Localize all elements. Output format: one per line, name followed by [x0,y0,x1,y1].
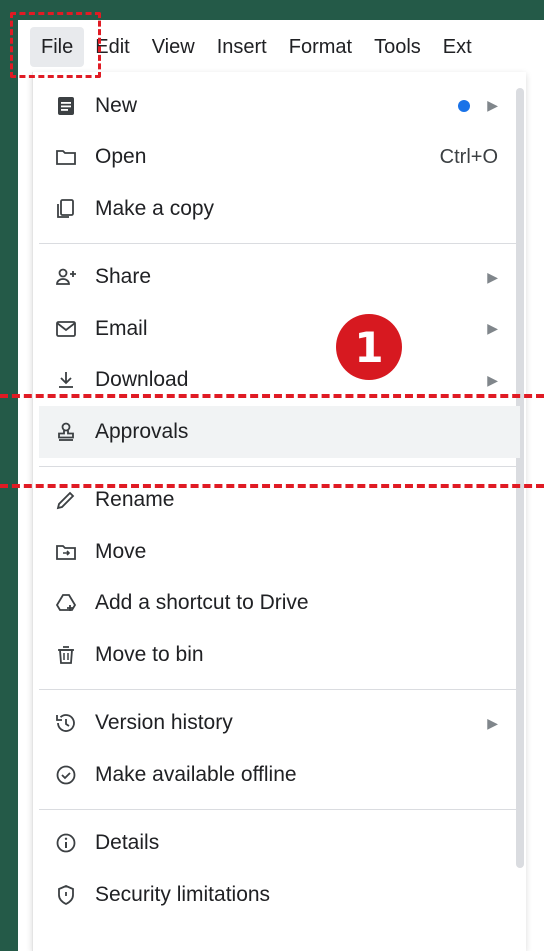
menu-item-label: Details [95,831,160,855]
menu-item-move[interactable]: Move [33,526,526,578]
menu-extensions[interactable]: Ext [432,27,483,67]
submenu-arrow-icon: ▶ [487,268,498,285]
menu-item-open[interactable]: Open Ctrl+O [33,132,526,184]
menu-item-new[interactable]: New ▶ [33,80,526,132]
screenshot-stage: File Edit View Insert Format Tools Ext N… [0,0,544,951]
annotation-file-highlight [10,12,101,78]
submenu-arrow-icon: ▶ [487,714,498,731]
menu-item-label: Version history [95,711,233,735]
share-person-add-icon [53,264,79,290]
menu-item-label: Move to bin [95,642,204,666]
drive-shortcut-icon [53,590,79,616]
security-shield-icon [53,882,79,908]
download-icon [53,367,79,393]
submenu-arrow-icon: ▶ [487,371,498,388]
menu-item-share[interactable]: Share ▶ [33,252,526,304]
annotation-approvals-highlight [0,394,544,488]
menu-insert[interactable]: Insert [206,27,278,67]
menu-item-label: Rename [95,488,175,512]
info-icon [53,830,79,856]
menu-item-label: Share [95,265,152,289]
menu-group: Rename Move Add a shortcut to Drive Move to… [33,467,526,689]
history-icon [53,710,79,736]
menu-item-version-history[interactable]: Version history ▶ [33,698,526,750]
menu-group: New ▶ Open Ctrl+O Make a copy [33,72,526,243]
menu-item-label: Open [95,145,147,169]
pencil-icon [53,487,79,513]
menu-item-make-available-offline[interactable]: Make available offline [33,749,526,801]
move-folder-icon [53,539,79,565]
menu-item-add-a-shortcut-to-drive[interactable]: Add a shortcut to Drive [33,578,526,630]
submenu-arrow-icon: ▶ [487,97,498,114]
menu-format[interactable]: Format [278,27,363,67]
menu-item-label: Security limitations [95,882,271,906]
offline-check-icon [53,762,79,788]
new-indicator-dot [458,99,470,112]
menu-group: Details Security limitations [33,810,526,929]
trash-icon [53,642,79,668]
menu-item-email[interactable]: Email ▶ [33,303,526,355]
menu-item-label: Download [95,368,189,392]
menu-item-label: Email [95,316,148,340]
email-icon [53,316,79,342]
folder-open-icon [53,144,79,170]
menu-item-security-limitations[interactable]: Security limitations [33,869,526,921]
menu-item-label: Make available offline [95,762,297,786]
submenu-arrow-icon: ▶ [487,320,498,337]
copy-icon [53,196,79,222]
menu-item-label: Make a copy [95,196,215,220]
menu-item-details[interactable]: Details [33,818,526,870]
menu-group: Version history ▶ Make available offline [33,690,526,809]
keyboard-shortcut: Ctrl+O [439,145,498,168]
step-number-badge: 1 [336,314,402,380]
menu-item-make-a-copy[interactable]: Make a copy [33,183,526,235]
file-menu-dropdown: New ▶ Open Ctrl+O Make a copy Share ▶ Email ▶ Dow… [32,72,526,951]
menu-item-move-to-bin[interactable]: Move to bin [33,629,526,681]
menu-item-label: Move [95,539,147,563]
menu-view[interactable]: View [141,27,206,67]
menu-item-label: New [95,93,138,117]
menu-tools[interactable]: Tools [363,27,432,67]
document-icon [53,93,79,119]
menu-item-label: Add a shortcut to Drive [95,591,309,615]
